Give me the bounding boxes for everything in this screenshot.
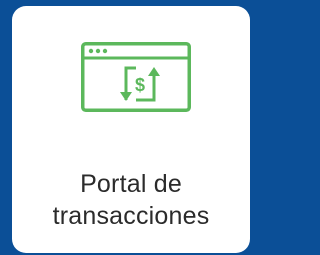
- tile-title-line-1: Portal de: [80, 170, 182, 198]
- tile-title: Portal de transacciones: [12, 168, 250, 232]
- svg-text:$: $: [135, 75, 145, 95]
- tile-title-line-2: transacciones: [52, 202, 210, 230]
- portal-transactions-tile[interactable]: $ Portal de transacciones: [12, 6, 250, 253]
- browser-dollar-exchange-icon: $: [81, 42, 191, 112]
- page-background: { "tile": { "title_lines": ["Portal de",…: [0, 0, 252, 255]
